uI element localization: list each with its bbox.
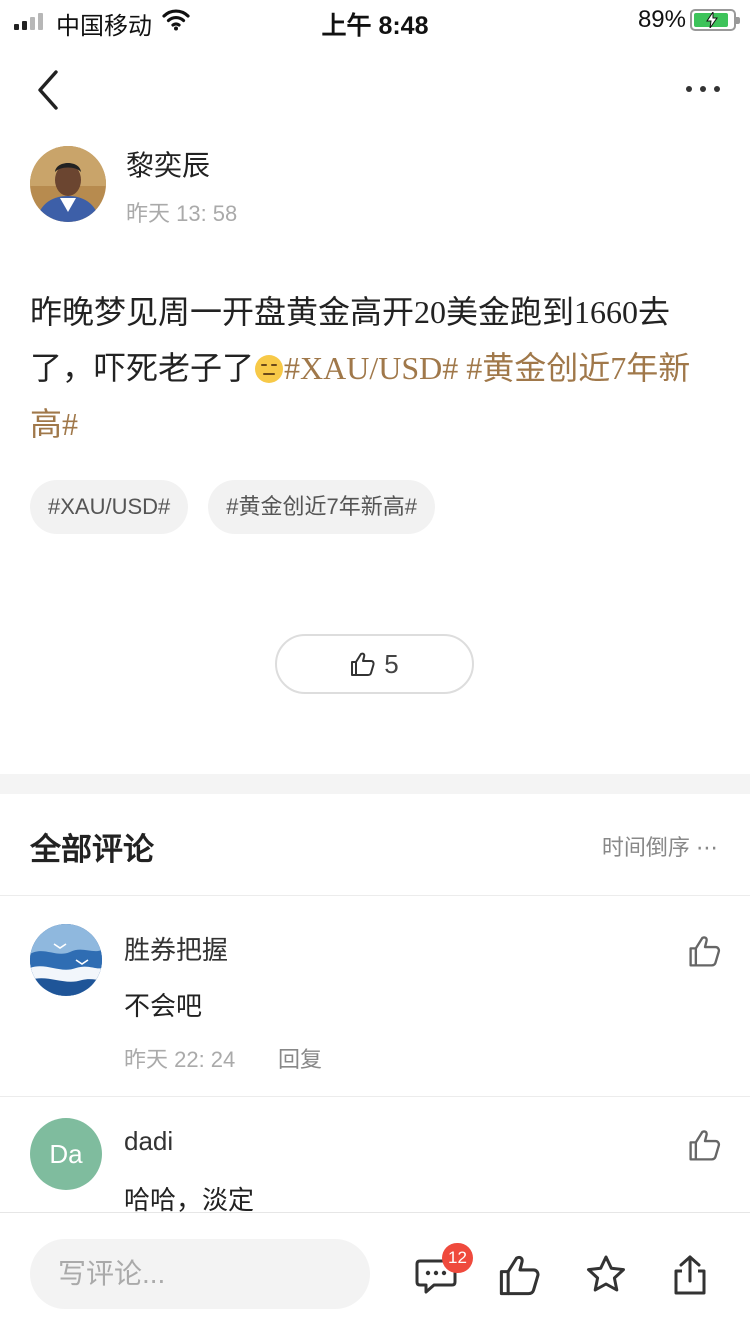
expressionless-face-emoji <box>255 355 284 383</box>
battery-percent: 89% <box>637 6 686 33</box>
author-avatar[interactable] <box>30 146 106 222</box>
post-time: 昨天 13: 58 <box>126 201 238 226</box>
divider <box>0 1096 750 1097</box>
commenter-name[interactable]: dadi <box>124 1126 173 1157</box>
inline-topic-link[interactable]: #XAU/USD# <box>284 350 458 386</box>
comment-like-button[interactable] <box>688 1128 722 1162</box>
commenter-avatar[interactable]: Da <box>30 1118 102 1190</box>
divider <box>0 895 750 896</box>
back-button[interactable] <box>30 66 70 114</box>
reply-button[interactable]: 回复 <box>278 1042 322 1074</box>
like-count: 5 <box>384 648 399 679</box>
bottom-action-bar: 写评论... 12 <box>0 1212 750 1334</box>
comment-text: 不会吧 <box>124 991 203 1021</box>
topic-tag[interactable]: #黄金创近7年新高# <box>208 480 435 534</box>
author-name[interactable]: 黎奕辰 <box>126 144 210 184</box>
topic-tag[interactable]: #XAU/USD# <box>30 480 189 534</box>
comment-time: 昨天 22: 24 <box>124 1047 236 1072</box>
more-options-button[interactable] <box>686 86 720 92</box>
status-bar: 中国移动 上午 8:48 89% <box>0 0 750 40</box>
comments-title: 全部评论 <box>30 832 154 867</box>
comment-count-badge: 12 <box>442 1243 473 1273</box>
comment-input[interactable]: 写评论... <box>30 1239 370 1309</box>
post-like-button[interactable]: 5 <box>275 634 474 694</box>
commenter-avatar[interactable] <box>30 924 102 996</box>
post-body: 昨晚梦见周一开盘黄金高开20美金跑到1660去了，吓死老子了 #XAU/USD# … <box>30 284 720 452</box>
more-dots-icon <box>686 86 692 92</box>
thumbs-up-icon[interactable] <box>498 1253 542 1297</box>
sort-order-button[interactable]: 时间倒序 ⋯ <box>602 830 718 862</box>
battery-charging-icon <box>690 9 740 31</box>
section-divider <box>0 774 750 794</box>
star-icon[interactable] <box>584 1253 628 1297</box>
thumbs-up-icon <box>351 652 375 676</box>
share-icon[interactable] <box>668 1253 712 1297</box>
topic-tags: #XAU/USD# #黄金创近7年新高# <box>30 480 435 534</box>
commenter-name[interactable]: 胜券把握 <box>124 930 228 967</box>
comment-like-button[interactable] <box>688 934 722 968</box>
